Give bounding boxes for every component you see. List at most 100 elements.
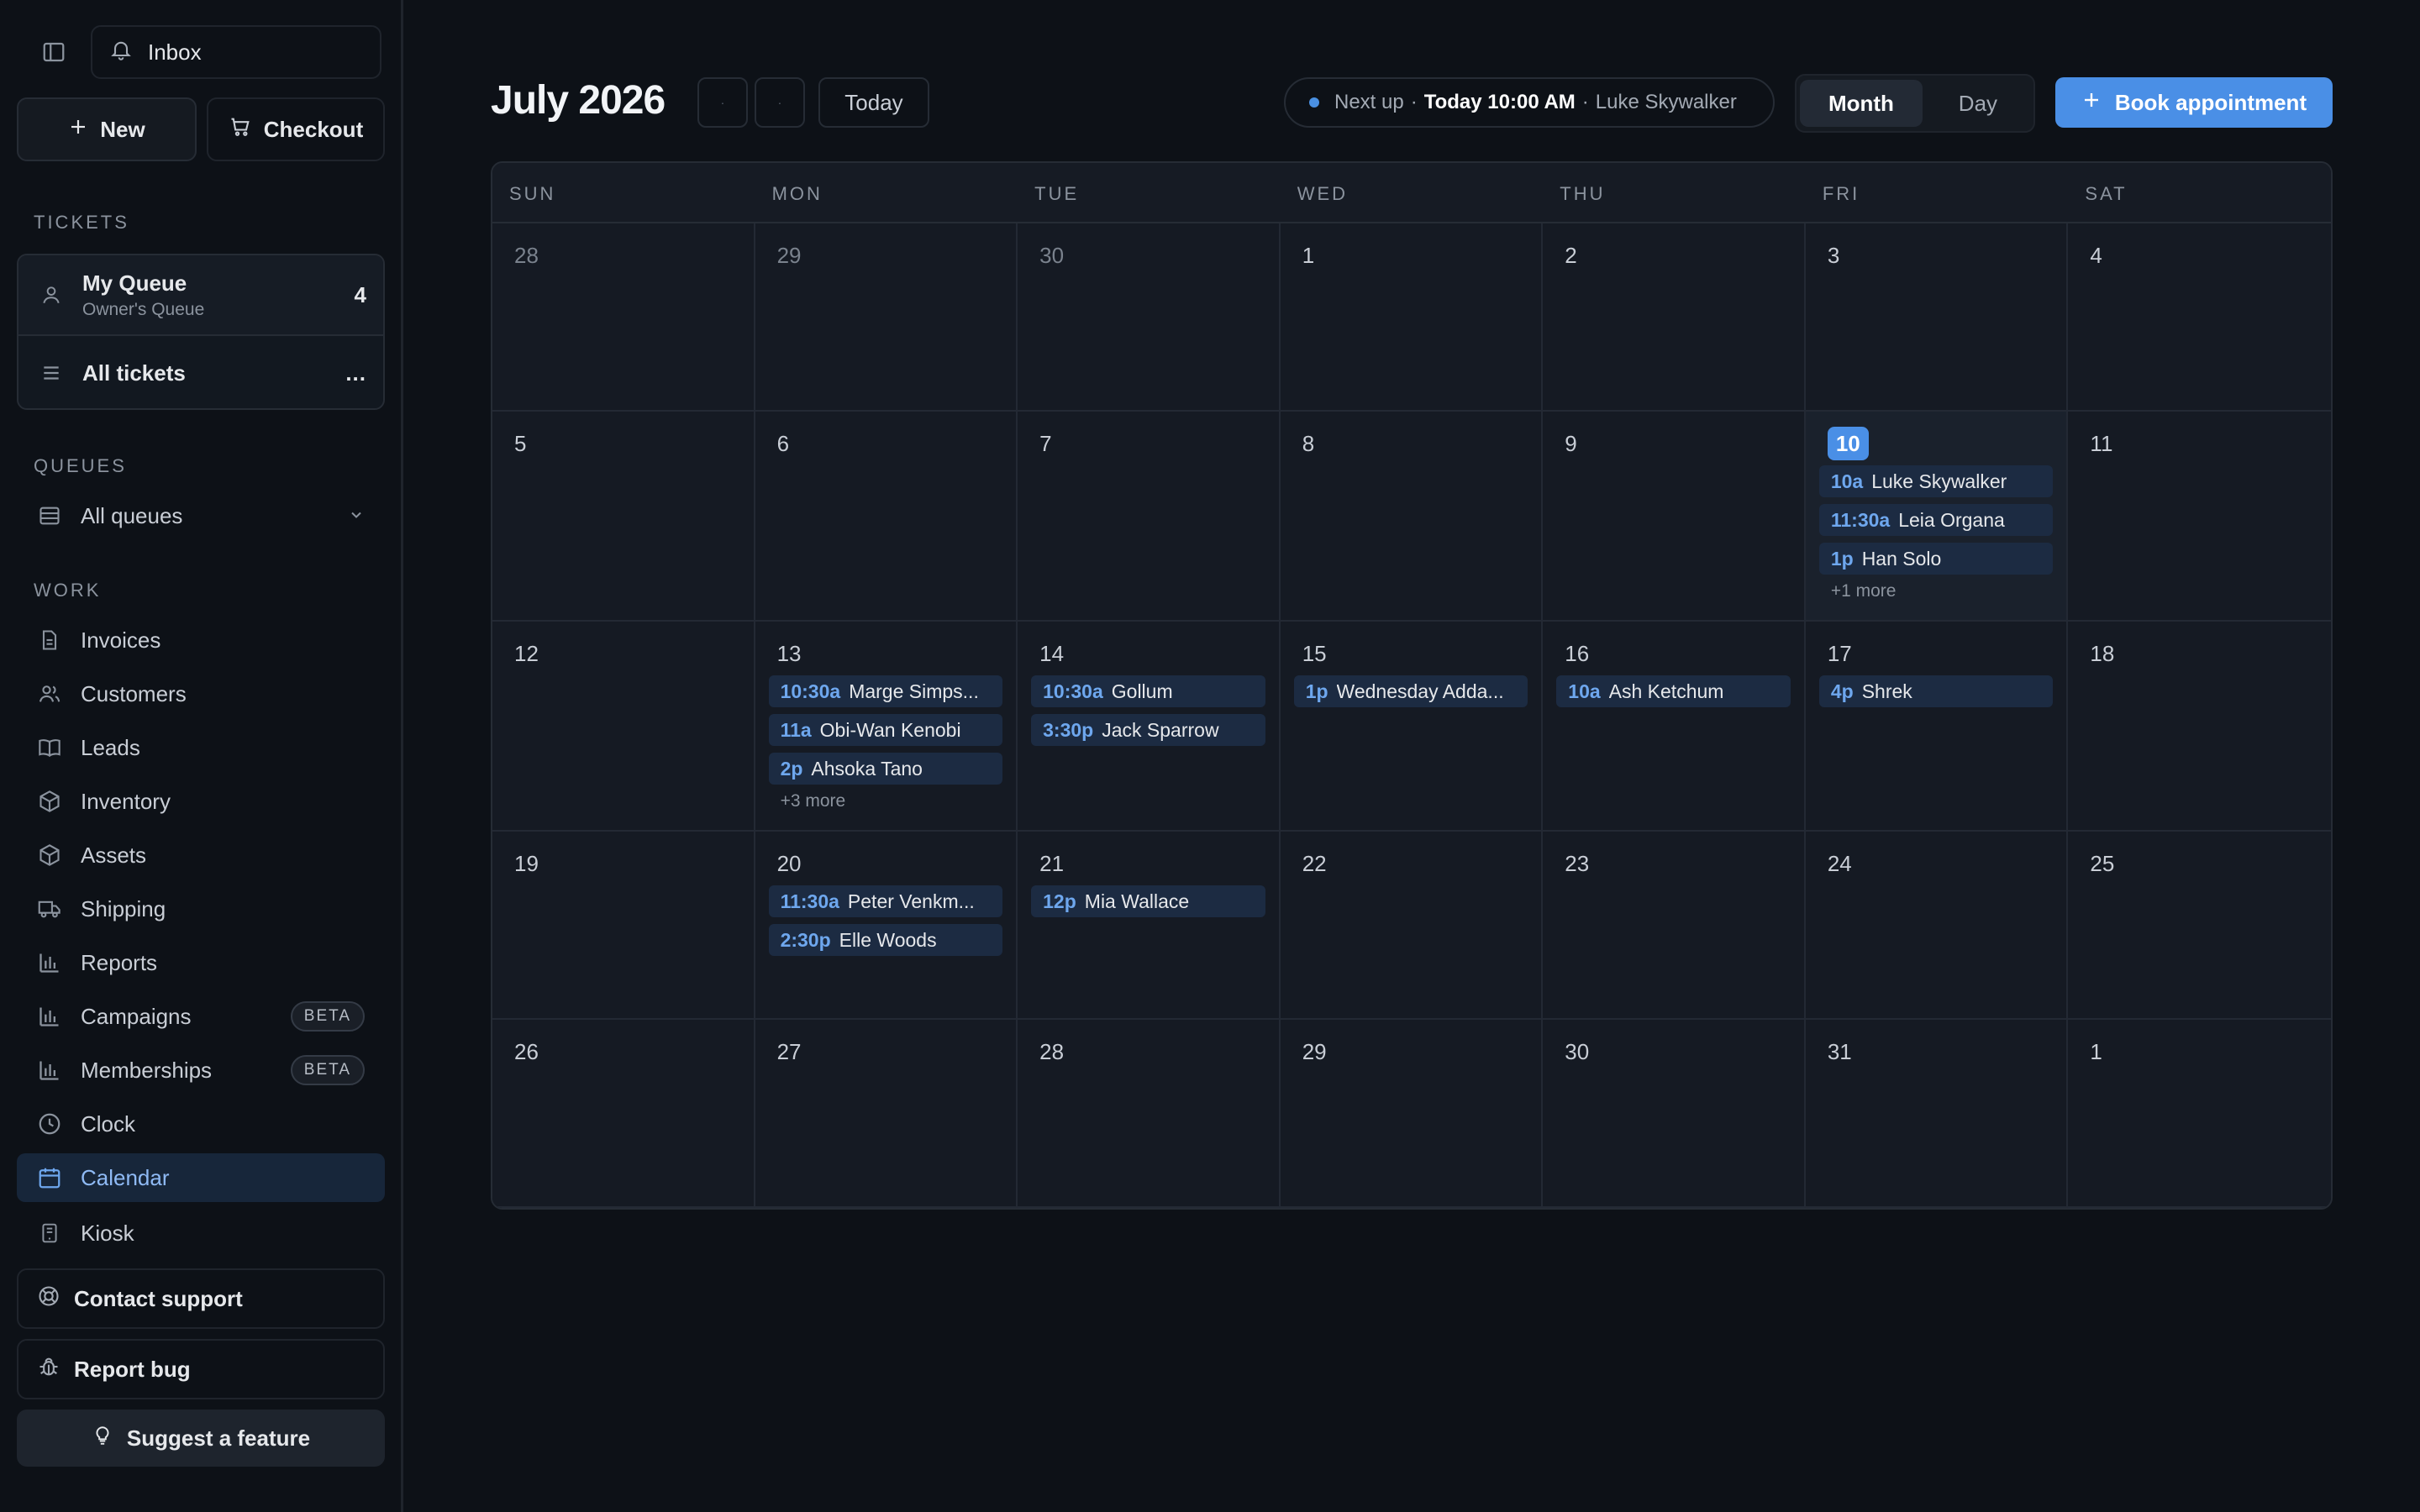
sidebar-item-reports[interactable]: Reports: [17, 938, 385, 987]
suggest-feature-button[interactable]: Suggest a feature: [17, 1410, 385, 1467]
sidebar-item-campaigns[interactable]: Campaigns BETA: [17, 992, 385, 1041]
day-number: 16: [1565, 641, 1590, 666]
event-chip[interactable]: 1p Wednesday Adda...: [1293, 675, 1528, 707]
day-cell[interactable]: 7: [1018, 412, 1281, 622]
day-cell[interactable]: 9: [1543, 412, 1806, 622]
checkout-button[interactable]: Checkout: [207, 97, 385, 161]
day-cell[interactable]: 3: [1805, 223, 2069, 412]
sidebar-item-leads[interactable]: Leads: [17, 723, 385, 772]
day-cell[interactable]: 30: [1543, 1020, 1806, 1208]
sidebar-item-inventory[interactable]: Inventory: [17, 777, 385, 826]
sidebar-item-calendar[interactable]: Calendar: [17, 1153, 385, 1202]
calendar-icon: [35, 1163, 64, 1192]
all-queues-dropdown[interactable]: All queues: [17, 491, 385, 540]
day-cell[interactable]: 19: [492, 832, 755, 1020]
book-appointment-button[interactable]: Book appointment: [2055, 77, 2333, 128]
day-cell[interactable]: 21 12p Mia Wallace: [1018, 832, 1281, 1020]
my-queue-item[interactable]: My Queue Owner's Queue 4: [18, 255, 383, 336]
day-number: 9: [1565, 431, 1577, 456]
next-up-pill[interactable]: Next up · Today 10:00 AM · Luke Skywalke…: [1284, 77, 1775, 128]
all-tickets-item[interactable]: All tickets ...: [18, 336, 383, 408]
all-tickets-title: All tickets: [82, 360, 186, 386]
day-number: 2: [1565, 243, 1577, 268]
day-cell[interactable]: 1: [2068, 1020, 2331, 1208]
report-bug-button[interactable]: Report bug: [17, 1339, 385, 1399]
day-cell[interactable]: 16 10a Ash Ketchum: [1543, 622, 1806, 832]
event-list: 11:30a Peter Venkm... 2:30p Elle Woods: [768, 885, 1003, 956]
event-chip[interactable]: 11a Obi-Wan Kenobi: [768, 714, 1003, 746]
day-cell[interactable]: 29: [1280, 1020, 1544, 1208]
view-day-button[interactable]: Day: [1926, 80, 2030, 127]
event-list: 4p Shrek: [1818, 675, 2054, 707]
event-chip[interactable]: 2:30p Elle Woods: [768, 924, 1003, 956]
event-chip[interactable]: 10a Luke Skywalker: [1818, 465, 2054, 497]
my-queue-count: 4: [354, 281, 366, 307]
sidebar-item-invoices[interactable]: Invoices: [17, 616, 385, 664]
day-cell[interactable]: 12: [492, 622, 755, 832]
day-cell[interactable]: 15 1p Wednesday Adda...: [1280, 622, 1544, 832]
event-time: 10a: [1568, 680, 1601, 702]
day-cell[interactable]: 4: [2068, 223, 2331, 412]
event-chip[interactable]: 11:30a Peter Venkm...: [768, 885, 1003, 917]
weekday-label: MON: [771, 183, 823, 204]
next-month-button[interactable]: ·: [755, 77, 805, 128]
sidebar-item-assets[interactable]: Assets: [17, 831, 385, 879]
sidebar-toggle-icon[interactable]: [34, 37, 74, 67]
day-cell[interactable]: 13 10:30a Marge Simps... 11a Obi-Wan Kenobi 2…: [755, 622, 1018, 832]
sidebar-item-memberships[interactable]: Memberships BETA: [17, 1046, 385, 1095]
chevron-down-icon: [348, 503, 365, 529]
event-chip[interactable]: 1p Han Solo: [1818, 543, 2054, 575]
inbox-button[interactable]: Inbox: [91, 25, 381, 79]
day-cell[interactable]: 8: [1280, 412, 1544, 622]
more-events-link[interactable]: +3 more: [769, 791, 1003, 811]
more-events-link[interactable]: +1 more: [1819, 581, 2054, 601]
event-time: 2p: [780, 757, 803, 780]
sidebar-item-customers[interactable]: Customers: [17, 669, 385, 718]
day-cell[interactable]: 30: [1018, 223, 1281, 412]
day-cell[interactable]: 27: [755, 1020, 1018, 1208]
day-cell[interactable]: 25: [2068, 832, 2331, 1020]
event-chip[interactable]: 4p Shrek: [1818, 675, 2054, 707]
day-cell[interactable]: 1: [1280, 223, 1544, 412]
day-cell[interactable]: 17 4p Shrek: [1805, 622, 2069, 832]
day-cell[interactable]: 23: [1543, 832, 1806, 1020]
day-cell[interactable]: 6: [755, 412, 1018, 622]
view-toggle: Month Day: [1795, 74, 2035, 133]
day-cell[interactable]: 28: [1018, 1020, 1281, 1208]
event-chip[interactable]: 11:30a Leia Organa: [1818, 504, 2054, 536]
event-chip[interactable]: 10:30a Gollum: [1031, 675, 1265, 707]
day-cell[interactable]: 22: [1280, 832, 1544, 1020]
day-cell[interactable]: 31: [1805, 1020, 2069, 1208]
view-month-button[interactable]: Month: [1800, 80, 1923, 127]
day-cell[interactable]: 5: [492, 412, 755, 622]
book-appointment-label: Book appointment: [2114, 89, 2307, 115]
day-cell[interactable]: 10 10a Luke Skywalker 11:30a Leia Organa 1p Ha…: [1805, 412, 2069, 622]
event-chip[interactable]: 10:30a Marge Simps...: [768, 675, 1003, 707]
event-chip[interactable]: 12p Mia Wallace: [1031, 885, 1265, 917]
day-cell[interactable]: 28: [492, 223, 755, 412]
day-cell[interactable]: 26: [492, 1020, 755, 1208]
day-cell[interactable]: 24: [1805, 832, 2069, 1020]
prev-month-button[interactable]: ·: [697, 77, 748, 128]
day-cell[interactable]: 11: [2068, 412, 2331, 622]
day-cell[interactable]: 2: [1543, 223, 1806, 412]
sidebar-item-clock[interactable]: Clock: [17, 1100, 385, 1148]
sidebar-item-label: Assets: [81, 842, 147, 868]
day-cell[interactable]: 29: [755, 223, 1018, 412]
contact-support-button[interactable]: Contact support: [17, 1268, 385, 1329]
day-cell[interactable]: 14 10:30a Gollum 3:30p Jack Sparrow: [1018, 622, 1281, 832]
new-button[interactable]: New: [17, 97, 197, 161]
all-tickets-more-button[interactable]: ...: [345, 360, 366, 386]
sidebar-item-shipping[interactable]: Shipping: [17, 885, 385, 933]
day-cell[interactable]: 18: [2068, 622, 2331, 832]
sidebar-item-kiosk[interactable]: Kiosk: [17, 1209, 385, 1257]
event-chip[interactable]: 3:30p Jack Sparrow: [1031, 714, 1265, 746]
event-chip[interactable]: 2p Ahsoka Tano: [768, 753, 1003, 785]
weekday-header: SUN MON TUE WED THU FRI SAT: [492, 163, 2331, 223]
day-cell[interactable]: 20 11:30a Peter Venkm... 2:30p Elle Woods: [755, 832, 1018, 1020]
day-number: 27: [776, 1039, 802, 1064]
today-button[interactable]: Today: [818, 77, 929, 128]
event-chip[interactable]: 10a Ash Ketchum: [1556, 675, 1791, 707]
bar-chart-icon: [35, 948, 64, 977]
event-name: Wednesday Adda...: [1336, 680, 1504, 702]
